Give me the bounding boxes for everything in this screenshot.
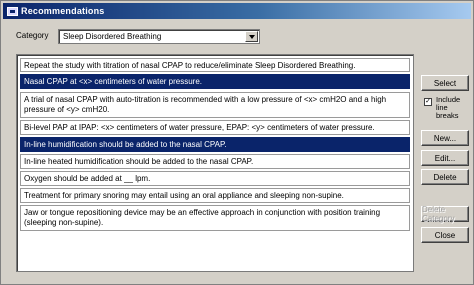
list-item[interactable]: Treatment for primary snoring may entail… (20, 188, 410, 203)
category-selected-value: Sleep Disordered Breathing (63, 32, 162, 41)
category-label: Category (16, 31, 49, 40)
category-dropdown[interactable]: Sleep Disordered Breathing (58, 29, 260, 44)
include-line-breaks-checkbox[interactable]: ✓ (424, 98, 432, 106)
window-title: Recommendations (21, 6, 105, 16)
new-button[interactable]: New... (421, 130, 469, 146)
app-icon (7, 6, 18, 16)
recommendations-list[interactable]: Repeat the study with titration of nasal… (16, 54, 414, 272)
close-button[interactable]: Close (421, 227, 469, 243)
list-item[interactable]: Repeat the study with titration of nasal… (20, 58, 410, 72)
list-item[interactable]: Nasal CPAP at <x> centimeters of water p… (20, 74, 410, 89)
list-item[interactable]: Jaw or tongue repositioning device may b… (20, 205, 410, 231)
list-item[interactable]: A trial of nasal CPAP with auto-titratio… (20, 92, 410, 118)
list-item[interactable]: Oxygen should be added at __ lpm. (20, 171, 410, 186)
delete-category-button[interactable]: Delete Category (421, 205, 469, 223)
recommendations-window: Recommendations Category Sleep Disordere… (0, 0, 474, 285)
include-line-breaks-label: Include line breaks (436, 95, 461, 120)
list-item[interactable]: In-line humidification should be added t… (20, 137, 410, 152)
title-bar: Recommendations (3, 3, 471, 19)
delete-button[interactable]: Delete (421, 169, 469, 185)
edit-button[interactable]: Edit... (421, 150, 469, 166)
list-item[interactable]: Bi-level PAP at IPAP: <x> centimeters of… (20, 120, 410, 135)
dropdown-arrow-icon[interactable] (245, 31, 258, 42)
list-item[interactable]: In-line heated humidification should be … (20, 154, 410, 169)
select-button[interactable]: Select (421, 75, 469, 91)
